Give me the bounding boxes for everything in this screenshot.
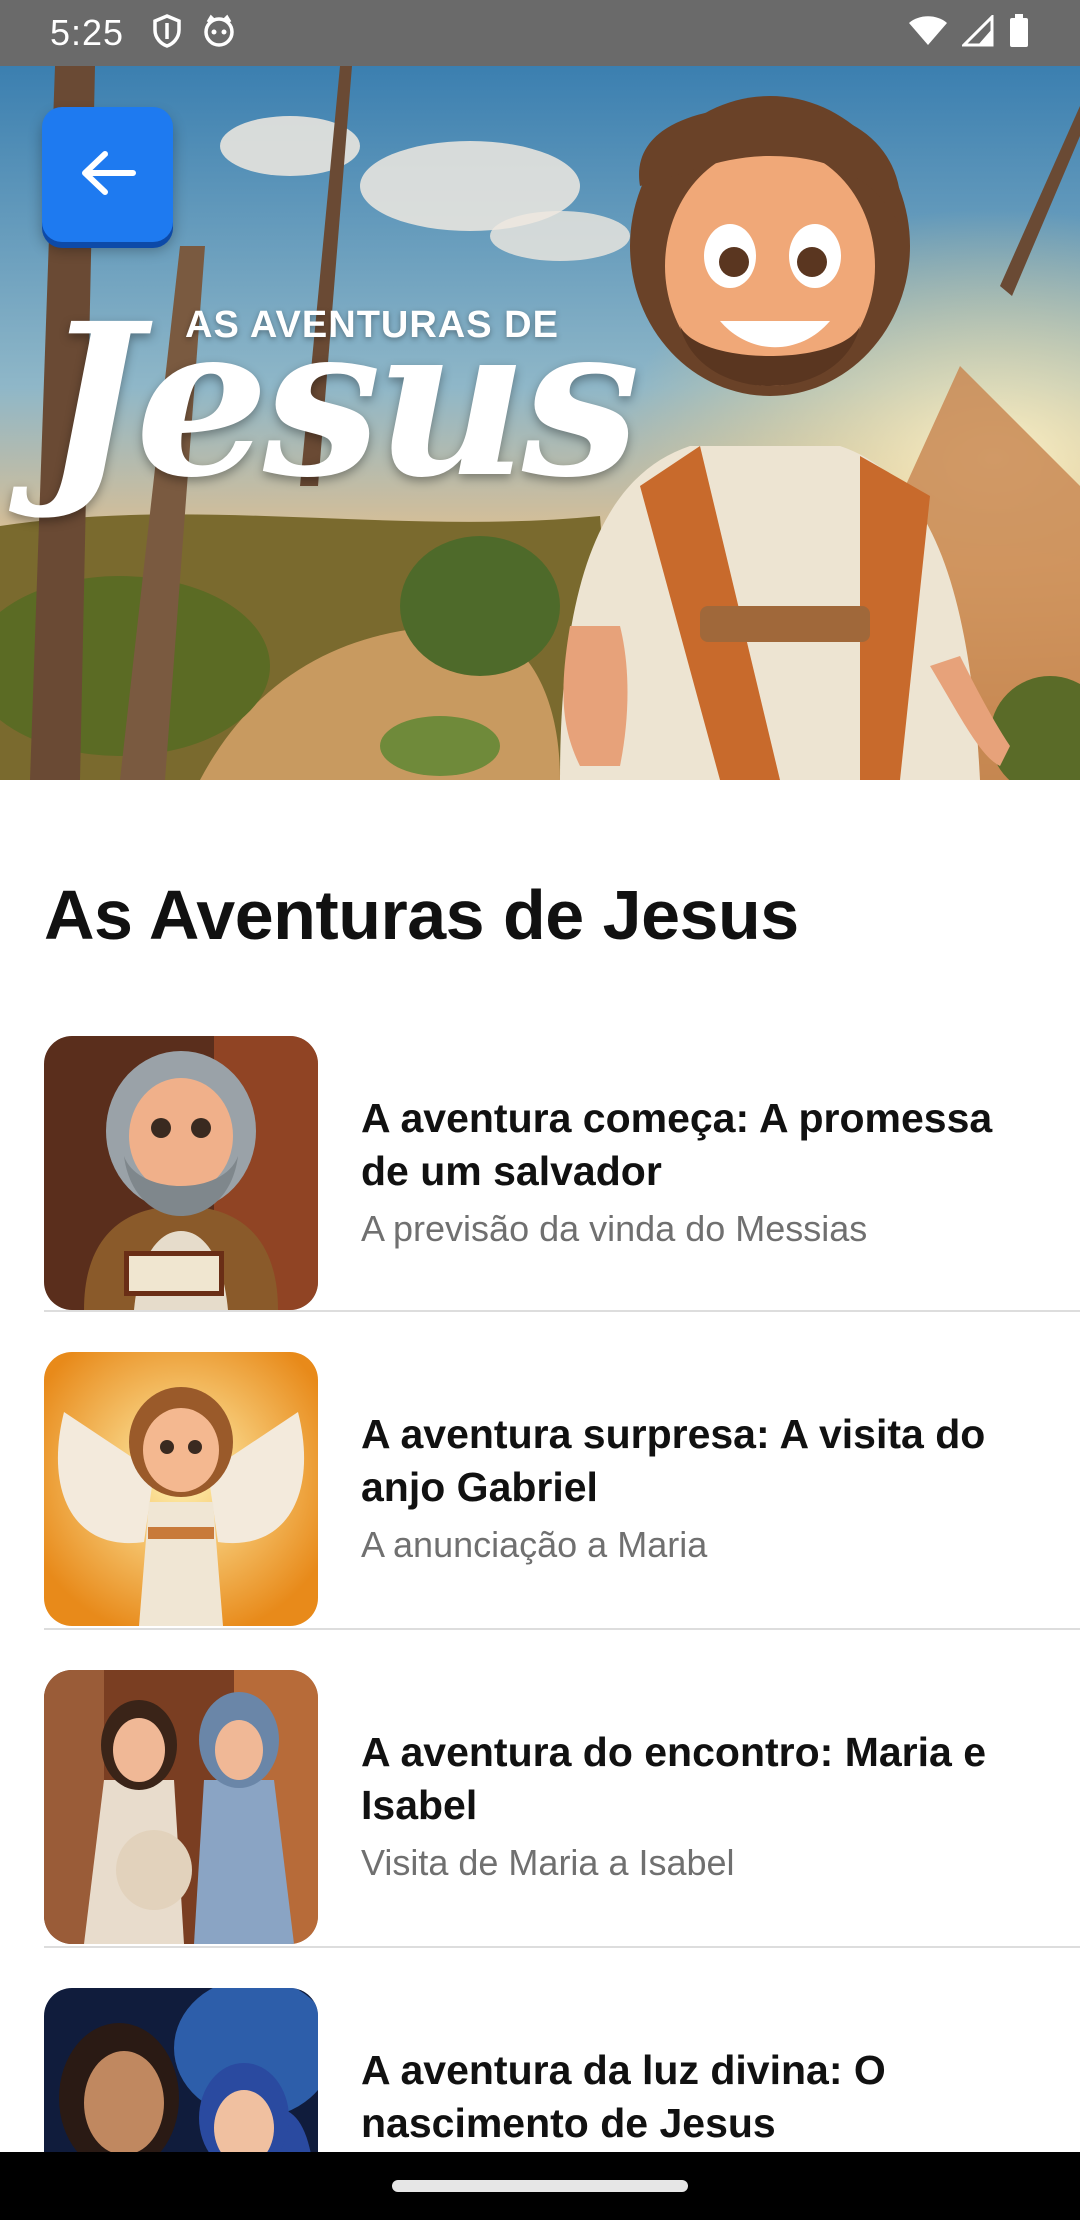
status-time: 5:25 <box>50 12 125 53</box>
status-bar: 5:25 <box>0 0 1080 66</box>
list-item[interactable]: A aventura começa: A promessa de um salv… <box>44 1036 1080 1312</box>
episode-title: A aventura do encontro: Maria e Isabel <box>361 1729 986 1828</box>
page-title: As Aventuras de Jesus <box>44 876 799 954</box>
shield-icon <box>152 14 182 52</box>
episode-text: A aventura do encontro: Maria e Isabel V… <box>361 1726 1040 1888</box>
episode-title: A aventura começa: A promessa de um salv… <box>361 1095 993 1194</box>
episode-title: A aventura surpresa: A visita do anjo Ga… <box>361 1411 986 1510</box>
episode-thumbnail <box>44 1036 318 1310</box>
episode-thumbnail <box>44 1670 318 1944</box>
battery-icon <box>1008 14 1030 52</box>
wifi-icon <box>908 15 948 51</box>
list-item[interactable]: A aventura surpresa: A visita do anjo Ga… <box>44 1312 1080 1630</box>
episode-list: A aventura começa: A promessa de um salv… <box>44 1036 1080 2220</box>
app-screen: 5:25 AS AVENTURAS DE Jesus As Aventuras … <box>0 0 1080 2220</box>
episode-subtitle: A anunciação a Maria <box>361 1524 708 1565</box>
status-notification-icons <box>152 14 236 52</box>
back-button[interactable] <box>42 107 173 242</box>
list-item[interactable]: A aventura do encontro: Maria e Isabel V… <box>44 1630 1080 1948</box>
episode-title: A aventura da luz divina: O nascimento d… <box>361 2047 886 2146</box>
episode-text: A aventura da luz divina: O nascimento d… <box>361 2044 1040 2156</box>
arrow-left-icon <box>79 148 137 201</box>
episode-thumbnail <box>44 1352 318 1626</box>
episode-subtitle: A previsão da vinda do Messias <box>361 1208 868 1249</box>
signal-icon <box>960 13 994 51</box>
gesture-nav-bar <box>0 2152 1080 2220</box>
episode-text: A aventura surpresa: A visita do anjo Ga… <box>361 1408 1040 1570</box>
episode-text: A aventura começa: A promessa de um salv… <box>361 1092 1040 1254</box>
cat-face-icon <box>202 14 236 52</box>
episode-subtitle: Visita de Maria a Isabel <box>361 1842 735 1883</box>
home-handle[interactable] <box>392 2180 688 2192</box>
status-system-icons <box>908 13 1030 52</box>
hero-script-title: Jesus <box>42 277 640 524</box>
